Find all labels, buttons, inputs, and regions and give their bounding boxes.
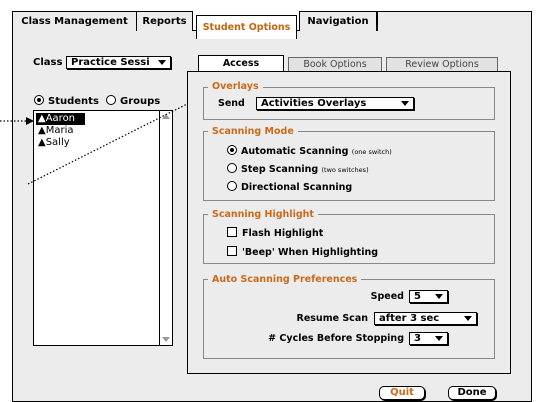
beep-highlight-checkbox[interactable]: 'Beep' When Highlighting — [227, 246, 378, 259]
done-button-label: Done — [457, 387, 487, 398]
cycles-label: # Cycles Before Stopping — [268, 333, 404, 344]
flash-highlight-label: Flash Highlight — [242, 228, 324, 239]
quit-button-label: Quit — [390, 387, 414, 398]
overlays-title: Overlays — [208, 81, 263, 92]
tab-student-options[interactable]: Student Options — [196, 15, 297, 39]
subtab-book-options-label: Book Options — [303, 59, 367, 70]
scanning-highlight-title: Scanning Highlight — [208, 209, 318, 220]
automatic-scanning-radio[interactable]: Automatic Scanning (one switch) — [227, 145, 392, 158]
checkbox-icon — [227, 246, 237, 256]
radio-selected-icon — [227, 145, 237, 155]
subtab-review-options-label: Review Options — [405, 59, 479, 70]
chevron-down-icon — [435, 336, 443, 341]
quit-button[interactable]: Quit — [379, 386, 425, 400]
speed-dropdown-value: 5 — [414, 291, 421, 302]
directional-scanning-label: Directional Scanning — [241, 182, 353, 193]
automatic-scanning-note: (one switch) — [351, 148, 392, 156]
step-scanning-note: (two switches) — [321, 166, 369, 174]
send-dropdown[interactable]: Activities Overlays — [256, 97, 414, 110]
checkbox-icon — [227, 227, 237, 237]
beep-highlight-label: 'Beep' When Highlighting — [242, 247, 379, 258]
subtab-review-options[interactable]: Review Options — [386, 57, 498, 72]
send-dropdown-value: Activities Overlays — [261, 98, 367, 109]
subtab-book-options[interactable]: Book Options — [288, 57, 382, 72]
radio-unselected-icon — [227, 181, 237, 191]
resume-scan-dropdown[interactable]: after 3 sec — [374, 312, 477, 325]
resume-scan-label: Resume Scan — [296, 313, 368, 324]
step-scanning-label: Step Scanning — [241, 164, 319, 175]
chevron-down-icon — [435, 294, 443, 299]
directional-scanning-radio[interactable]: Directional Scanning — [227, 181, 352, 194]
chevron-down-icon — [464, 316, 472, 321]
resume-scan-dropdown-value: after 3 sec — [379, 313, 440, 324]
radio-unselected-icon — [227, 163, 237, 173]
done-button[interactable]: Done — [448, 386, 496, 400]
chevron-down-icon — [401, 101, 409, 106]
cycles-dropdown[interactable]: 3 — [409, 332, 448, 345]
auto-prefs-title: Auto Scanning Preferences — [208, 274, 362, 285]
step-scanning-radio[interactable]: Step Scanning (two switches) — [227, 163, 369, 176]
automatic-scanning-label: Automatic Scanning — [241, 146, 349, 157]
scanning-mode-title: Scanning Mode — [208, 126, 298, 137]
flash-highlight-checkbox[interactable]: Flash Highlight — [227, 227, 323, 240]
subtab-access-label: Access — [222, 58, 260, 69]
speed-label: Speed — [370, 291, 404, 302]
cycles-dropdown-value: 3 — [414, 333, 421, 344]
send-label: Send — [218, 98, 245, 109]
subtab-access[interactable]: Access — [198, 55, 284, 72]
speed-dropdown[interactable]: 5 — [409, 290, 448, 303]
